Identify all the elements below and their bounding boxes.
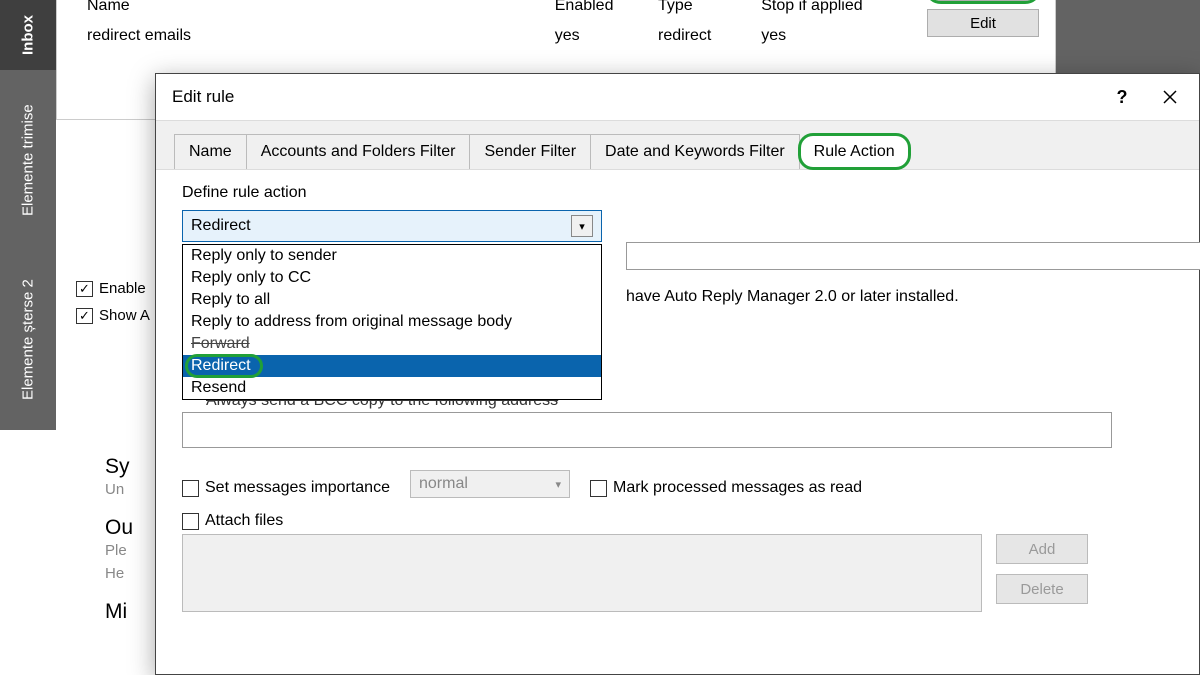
checkbox-icon: ✓ <box>76 308 93 324</box>
bcc-address-input[interactable] <box>182 412 1112 448</box>
option-reply-cc[interactable]: Reply only to CC <box>183 267 601 289</box>
option-forward[interactable]: Forward <box>183 333 601 355</box>
option-reply-body-address[interactable]: Reply to address from original message b… <box>183 311 601 333</box>
msg-frag-sub: He <box>105 565 133 582</box>
tab-name[interactable]: Name <box>174 134 247 169</box>
background-options: ✓ Enable ✓ Show A <box>76 280 150 334</box>
option-resend[interactable]: Resend <box>183 377 601 399</box>
attach-add-button: Add <box>996 534 1088 564</box>
set-importance-label: Set messages importance <box>205 479 390 497</box>
dialog-title: Edit rule <box>172 87 234 107</box>
rule-action-value: Redirect <box>191 217 251 235</box>
tab-date-keywords[interactable]: Date and Keywords Filter <box>590 134 800 169</box>
option-redirect-label: Redirect <box>191 357 251 374</box>
cell-enabled: yes <box>547 21 648 51</box>
add-rule-button[interactable]: Add <box>927 0 1039 1</box>
col-type: Type <box>650 0 751 19</box>
close-button[interactable] <box>1149 82 1191 112</box>
attach-files-checkbox[interactable]: Attach files <box>182 512 1173 530</box>
tab-accounts-folders[interactable]: Accounts and Folders Filter <box>246 134 471 169</box>
col-name: Name <box>79 0 545 19</box>
option-redirect[interactable]: Redirect <box>183 355 601 377</box>
cell-stop: yes <box>753 21 895 51</box>
edit-rule-button[interactable]: Edit <box>927 9 1039 37</box>
tab-sender-filter[interactable]: Sender Filter <box>469 134 591 169</box>
edit-rule-dialog: Edit rule ? Name Accounts and Folders Fi… <box>155 73 1200 675</box>
msg-frag: Ou <box>105 516 133 540</box>
show-label: Show A <box>99 307 150 324</box>
sidebar-folder-inbox[interactable]: Inbox <box>0 0 56 70</box>
msg-frag-sub: Ple <box>105 542 133 559</box>
msg-frag-sub: Un <box>105 481 133 498</box>
msg-frag: Sy <box>105 455 133 479</box>
importance-select: normal ▾ <box>410 470 570 498</box>
checkbox-icon <box>182 480 199 497</box>
msg-frag: Mi <box>105 600 133 624</box>
chevron-down-icon: ▾ <box>571 215 593 237</box>
option-reply-all[interactable]: Reply to all <box>183 289 601 311</box>
show-checkbox-row[interactable]: ✓ Show A <box>76 307 150 324</box>
cell-type: redirect <box>650 21 751 51</box>
checkbox-icon <box>590 480 607 497</box>
set-importance-checkbox[interactable]: Set messages importance <box>182 479 390 497</box>
enable-checkbox-row[interactable]: ✓ Enable <box>76 280 150 297</box>
dialog-titlebar: Edit rule ? <box>156 74 1199 120</box>
help-button[interactable]: ? <box>1101 82 1143 112</box>
version-hint: have Auto Reply Manager 2.0 or later ins… <box>626 288 1146 306</box>
importance-value: normal <box>419 475 468 493</box>
right-fragment: have Auto Reply Manager 2.0 or later ins… <box>626 242 1146 306</box>
enable-label: Enable <box>99 280 146 297</box>
attach-delete-button: Delete <box>996 574 1088 604</box>
cell-name: redirect emails <box>79 21 545 51</box>
table-header-row: Name Enabled Type Stop if applied <box>79 0 895 19</box>
chevron-down-icon: ▾ <box>555 478 561 491</box>
option-reply-sender[interactable]: Reply only to sender <box>183 245 601 267</box>
sidebar-folder-deleted[interactable]: Elemente șterse 2 <box>0 250 56 430</box>
attach-files-list <box>182 534 982 612</box>
attach-files-label: Attach files <box>205 512 283 530</box>
rule-action-select[interactable]: Redirect ▾ <box>182 210 602 242</box>
table-row[interactable]: redirect emails yes redirect yes <box>79 21 895 51</box>
message-list-fragment: Sy Un Ou Ple He Mi <box>105 455 133 638</box>
close-icon <box>1162 89 1178 105</box>
dialog-tabs: Name Accounts and Folders Filter Sender … <box>156 120 1199 170</box>
col-stop: Stop if applied <box>753 0 895 19</box>
checkbox-icon: ✓ <box>76 281 93 297</box>
define-action-label: Define rule action <box>182 184 1173 202</box>
rule-action-dropdown[interactable]: Reply only to sender Reply only to CC Re… <box>182 244 602 400</box>
mark-read-checkbox[interactable]: Mark processed messages as read <box>590 479 862 497</box>
checkbox-icon <box>182 513 199 530</box>
sidebar-folder-sent[interactable]: Elemente trimise <box>0 70 56 250</box>
col-enabled: Enabled <box>547 0 648 19</box>
address-input[interactable] <box>626 242 1200 270</box>
dialog-content: Define rule action Redirect ▾ have Auto … <box>156 170 1199 626</box>
tab-rule-action[interactable]: Rule Action <box>799 134 910 169</box>
mail-folders-sidebar: Inbox Elemente trimise Elemente șterse 2 <box>0 0 56 430</box>
rules-table: Name Enabled Type Stop if applied redire… <box>77 0 897 53</box>
mark-read-label: Mark processed messages as read <box>613 479 862 497</box>
